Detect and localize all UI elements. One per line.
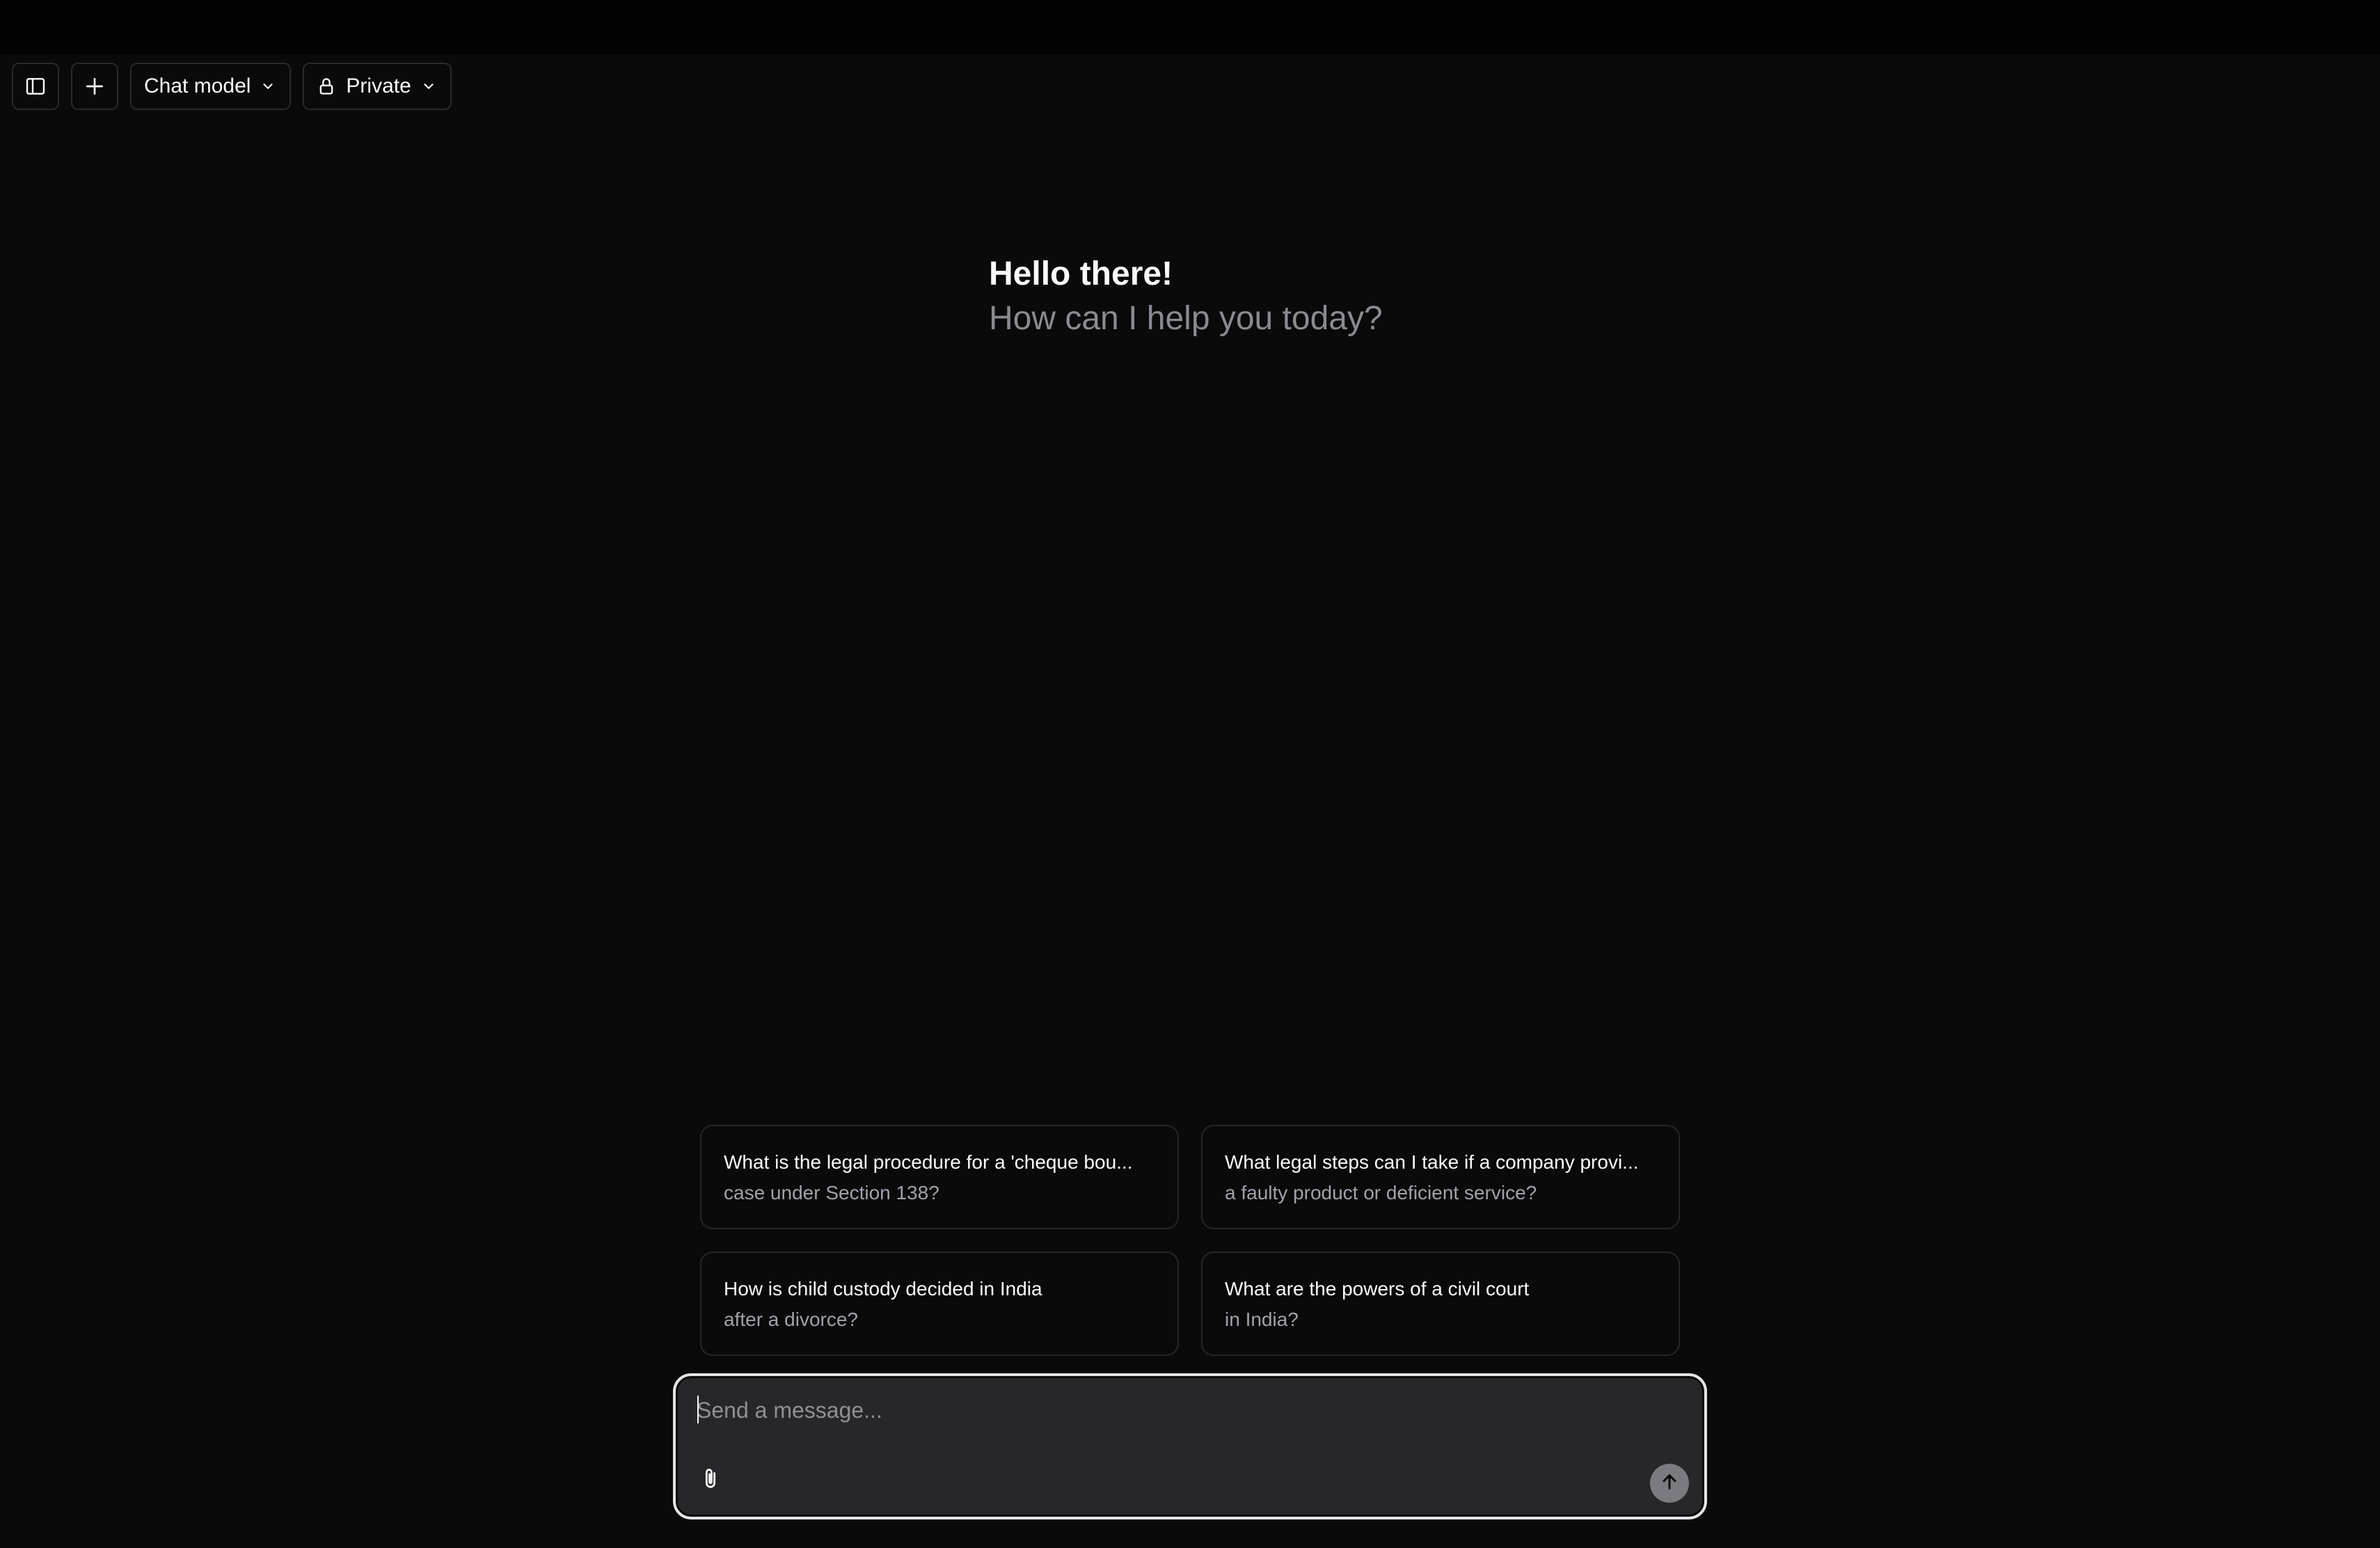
model-selector-label: Chat model [144, 74, 251, 97]
greeting-title: Hello there! [989, 255, 1173, 292]
visibility-selector-label: Private [346, 74, 411, 97]
suggested-action-button[interactable]: What legal steps can I take if a company… [1201, 1125, 1680, 1229]
window-top-strip [0, 0, 2380, 54]
suggested-action-title: What legal steps can I take if a company… [1225, 1151, 1639, 1173]
suggested-action-detail: a faulty product or deficient service? [1225, 1182, 1537, 1203]
suggested-action-button[interactable]: What is the legal procedure for a 'chequ… [700, 1125, 1179, 1229]
visibility-selector-button[interactable]: Private [303, 63, 452, 110]
message-composer [673, 1373, 1707, 1519]
suggested-action-button[interactable]: What are the powers of a civil court in … [1201, 1251, 1680, 1356]
paperclip-icon [699, 1467, 722, 1494]
text-caret [697, 1396, 699, 1423]
suggested-action-title: How is child custody decided in India [724, 1278, 1042, 1300]
new-chat-button[interactable] [71, 63, 118, 110]
suggested-action-button[interactable]: How is child custody decided in India af… [700, 1251, 1179, 1356]
sidebar-toggle-button[interactable] [12, 63, 59, 110]
chevron-down-icon [260, 79, 276, 94]
attach-file-button[interactable] [694, 1464, 727, 1497]
send-button[interactable] [1650, 1464, 1689, 1503]
suggested-action-title: What is the legal procedure for a 'chequ… [724, 1151, 1133, 1173]
plus-icon [84, 75, 106, 97]
greeting-subtitle: How can I help you today? [989, 300, 1383, 337]
suggested-action-detail: case under Section 138? [724, 1182, 939, 1203]
chat-header-toolbar: Chat model Private [12, 63, 452, 110]
suggested-action-detail: in India? [1225, 1309, 1299, 1330]
arrow-up-icon [1658, 1471, 1681, 1496]
sidebar-panel-icon [24, 75, 47, 97]
chevron-down-icon [421, 79, 436, 94]
suggested-action-detail: after a divorce? [724, 1309, 858, 1330]
greeting: Hello there! How can I help you today? [989, 252, 1383, 341]
message-input[interactable] [697, 1394, 1657, 1426]
suggested-action-title: What are the powers of a civil court [1225, 1278, 1530, 1300]
model-selector-button[interactable]: Chat model [130, 63, 292, 110]
lock-icon [317, 77, 336, 96]
suggested-actions: What is the legal procedure for a 'chequ… [700, 1125, 1680, 1356]
